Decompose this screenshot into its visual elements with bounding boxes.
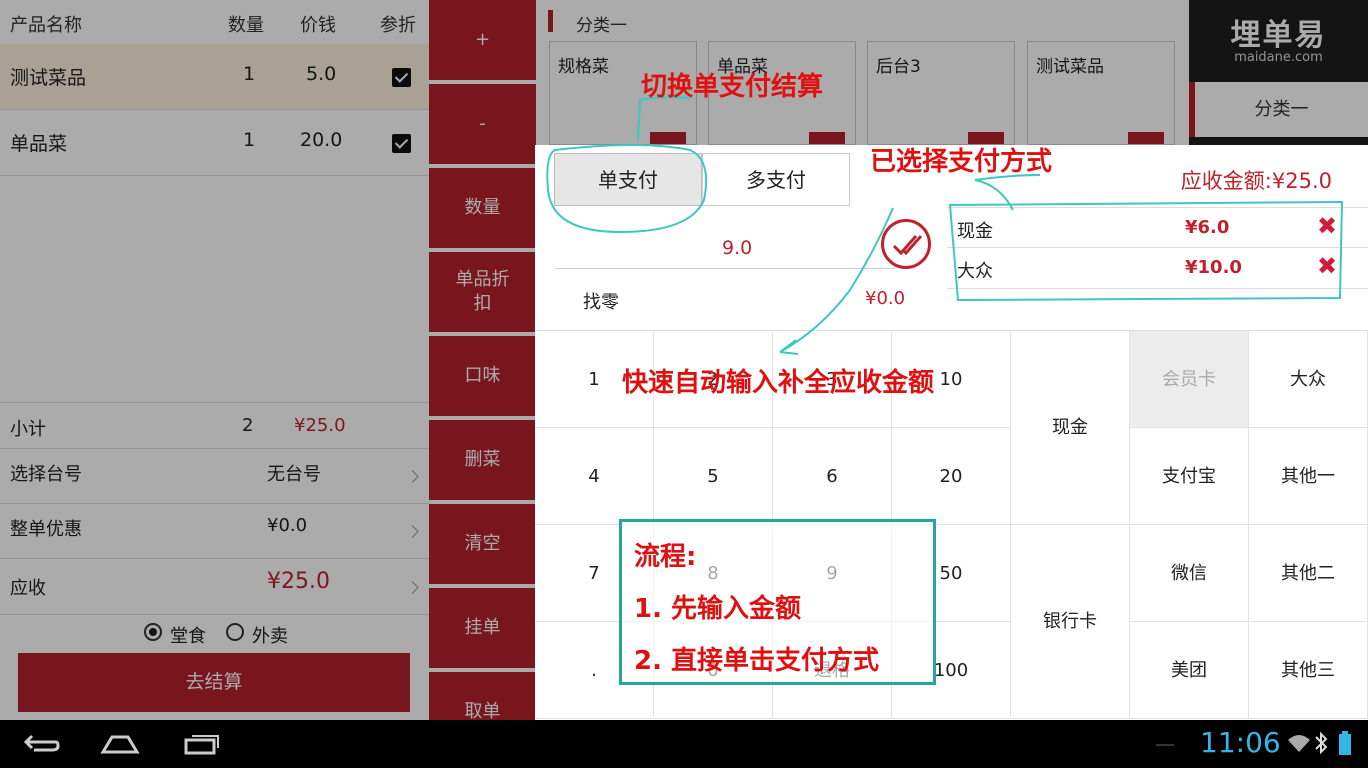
auto-fill-icon[interactable] [881, 219, 931, 269]
remove-icon[interactable]: ✖ [1317, 212, 1337, 240]
wifi-icon [1288, 735, 1310, 752]
system-nav-bar: 11:06 [0, 720, 1368, 768]
selected-method-amount: ¥6.0 [1185, 217, 1230, 238]
method-cash[interactable]: 现金 [1011, 331, 1130, 525]
battery-icon [1339, 731, 1351, 755]
method-other-2[interactable]: 其他二 [1249, 525, 1368, 622]
selected-payment-row: 大众 ¥10.0 ✖ [947, 248, 1368, 289]
selected-method-name: 现金 [957, 221, 993, 242]
key-4[interactable]: 4 [535, 428, 654, 525]
key-20[interactable]: 20 [892, 428, 1011, 525]
key-5[interactable]: 5 [654, 428, 773, 525]
flow-annotation-box: 流程: 1. 先输入金额 2. 直接单击支付方式 [619, 519, 936, 685]
amount-input-value: 9.0 [722, 237, 753, 259]
method-meituan[interactable]: 美团 [1130, 622, 1249, 719]
annotation-switch: 切换单支付结算 [641, 72, 824, 102]
remove-icon[interactable]: ✖ [1317, 252, 1337, 280]
notification-indicator [1156, 744, 1174, 746]
annotation-quick-fill: 快速自动输入补全应收金额 [622, 368, 935, 398]
change-label: 找零 [583, 292, 619, 313]
method-member-card[interactable]: 会员卡 [1130, 331, 1249, 428]
method-wechat[interactable]: 微信 [1130, 525, 1249, 622]
amount-input[interactable]: 9.0 [555, 207, 895, 269]
method-alipay[interactable]: 支付宝 [1130, 428, 1249, 525]
amount-due: 应收金额:¥25.0 [1180, 169, 1332, 193]
selected-method-amount: ¥10.0 [1185, 257, 1242, 278]
tab-single-payment[interactable]: 单支付 [554, 153, 702, 206]
back-icon[interactable] [22, 732, 60, 756]
clock: 11:06 [1200, 726, 1281, 759]
method-other-3[interactable]: 其他三 [1249, 622, 1368, 719]
method-dazhong[interactable]: 大众 [1249, 331, 1368, 428]
annotation-selected: 已选择支付方式 [870, 147, 1053, 177]
method-bank-card[interactable]: 银行卡 [1011, 525, 1130, 719]
recent-apps-icon[interactable] [182, 732, 220, 756]
bluetooth-icon [1315, 731, 1328, 755]
selected-payment-row: 现金 ¥6.0 ✖ [947, 207, 1368, 248]
selected-method-name: 大众 [957, 261, 993, 282]
key-6[interactable]: 6 [773, 428, 892, 525]
flow-step-1: 1. 先输入金额 [634, 594, 802, 624]
change-value: ¥0.0 [865, 288, 906, 309]
flow-step-2: 2. 直接单击支付方式 [634, 646, 880, 676]
method-other-1[interactable]: 其他一 [1249, 428, 1368, 525]
home-icon[interactable] [100, 732, 140, 756]
tab-multi-payment[interactable]: 多支付 [702, 153, 850, 206]
flow-title: 流程: [634, 542, 697, 572]
